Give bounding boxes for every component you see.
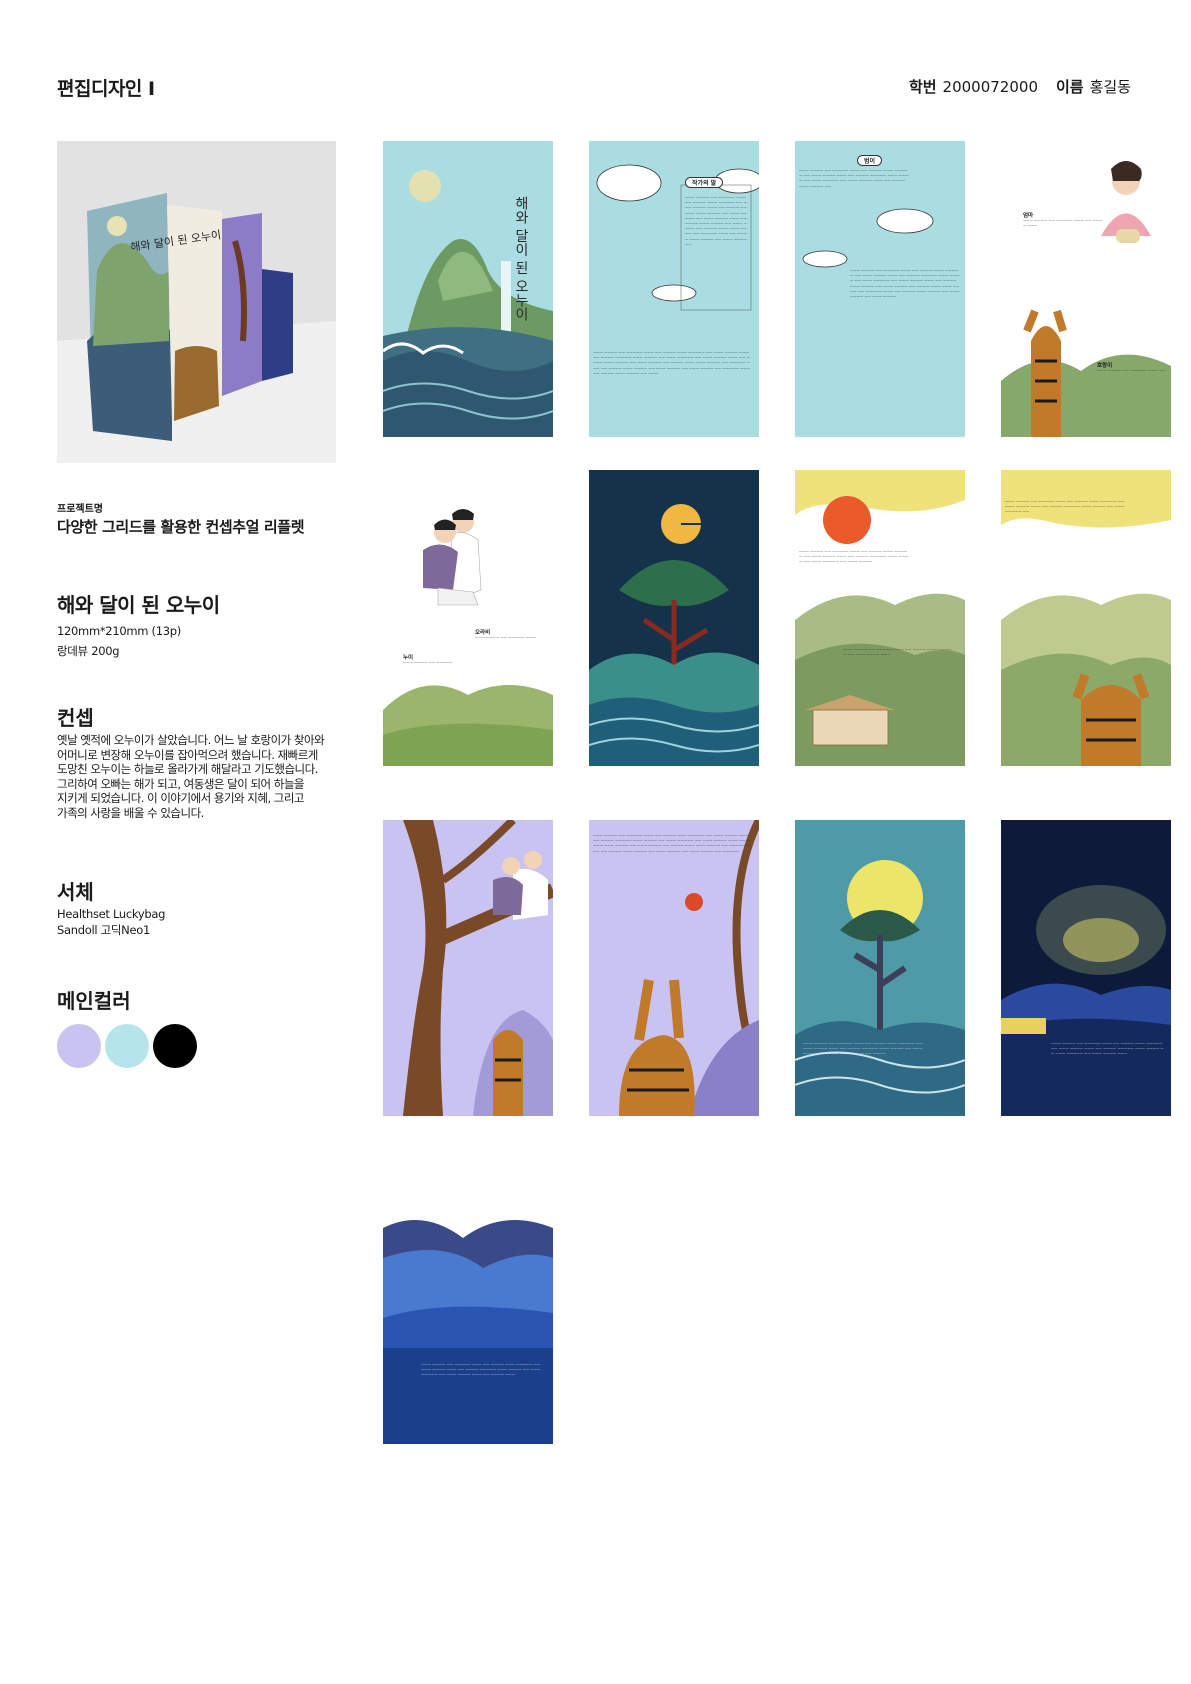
leaflet-photo: 해와 달이 된 오누이 bbox=[57, 141, 336, 463]
page-char-tiger-name: 호랑이 bbox=[1097, 363, 1113, 369]
page-sunset-text: ㅡㅡㅡ ㅡㅡㅡㅡ ㅡㅡ ㅡㅡㅡㅡㅡ ㅡㅡㅡ ㅡㅡ ㅡㅡㅡㅡ ㅡㅡㅡ ㅡㅡㅡㅡㅡ … bbox=[799, 550, 909, 565]
color-swatch-black bbox=[153, 1024, 197, 1068]
book-title: 해와 달이 된 오누이 bbox=[57, 593, 220, 617]
page-char-sister-desc: ㅡㅡㅡ ㅡㅡㅡㅡ ㅡㅡ ㅡㅡㅡㅡㅡ bbox=[403, 661, 453, 665]
page-legend-text: ㅡㅡㅡ ㅡㅡㅡㅡ ㅡㅡ ㅡㅡㅡㅡㅡ ㅡㅡㅡ ㅡㅡ ㅡㅡㅡㅡ ㅡㅡㅡ ㅡㅡㅡㅡㅡ … bbox=[799, 169, 909, 189]
page-moon-pine-text: ㅡㅡㅡ ㅡㅡㅡㅡ ㅡㅡ ㅡㅡㅡㅡㅡ ㅡㅡㅡ ㅡㅡ ㅡㅡㅡㅡ ㅡㅡㅡ ㅡㅡㅡㅡㅡ … bbox=[803, 1042, 923, 1057]
typeface-heading: 서체 bbox=[57, 880, 94, 904]
page-sunset-text-2: ㅡㅡㅡ ㅡㅡㅡㅡ ㅡㅡ ㅡㅡㅡㅡㅡ ㅡㅡㅡ ㅡㅡ ㅡㅡㅡㅡ ㅡㅡㅡ ㅡㅡㅡㅡㅡ … bbox=[843, 648, 952, 658]
course-title: 편집디자인 I bbox=[57, 78, 155, 100]
student-name: 홍길동 bbox=[1089, 78, 1131, 96]
book-size: 120mm*210mm (13p) bbox=[57, 624, 181, 638]
page-author-tag: 작가의 말 bbox=[685, 177, 724, 188]
page-night-pine bbox=[589, 470, 759, 766]
page-cover-title: 해와 달이 된 오누이 bbox=[513, 196, 529, 322]
page-author-text: ㅡㅡㅡ ㅡㅡㅡㅡ ㅡㅡ ㅡㅡㅡㅡㅡ ㅡㅡㅡ ㅡㅡ ㅡㅡㅡㅡ ㅡㅡㅡ ㅡㅡㅡㅡㅡ … bbox=[685, 196, 747, 247]
book-paper: 랑데뷰 200g bbox=[57, 644, 120, 658]
page-author-text-2: ㅡㅡㅡ ㅡㅡㅡㅡ ㅡㅡ ㅡㅡㅡㅡㅡ ㅡㅡㅡ ㅡㅡ ㅡㅡㅡㅡ ㅡㅡㅡ ㅡㅡㅡㅡㅡ … bbox=[593, 351, 751, 376]
student-id: 2000072000 bbox=[942, 78, 1038, 96]
student-info: 학번 2000072000 이름 홍길동 bbox=[909, 76, 1131, 97]
concept-body: 옛날 옛적에 오누이가 살았습니다. 어느 날 호랑이가 찾아와 어머니로 변장… bbox=[57, 733, 325, 820]
page-legend-text-2: ㅡㅡㅡ ㅡㅡㅡㅡ ㅡㅡ ㅡㅡㅡㅡㅡ ㅡㅡㅡ ㅡㅡ ㅡㅡㅡㅡ ㅡㅡㅡ ㅡㅡㅡㅡㅡ … bbox=[850, 269, 960, 300]
page-night-village-text: ㅡㅡㅡ ㅡㅡㅡㅡ ㅡㅡ ㅡㅡㅡㅡㅡ ㅡㅡㅡ ㅡㅡ ㅡㅡㅡㅡ ㅡㅡㅡ ㅡㅡㅡㅡㅡ … bbox=[1051, 1042, 1164, 1057]
page-tree-siblings bbox=[383, 820, 553, 1116]
color-swatch-lavender bbox=[57, 1024, 101, 1068]
page-legend-tag: 범이 bbox=[857, 155, 883, 166]
page-char-mother-desc: ㅡㅡㅡ ㅡㅡㅡㅡ ㅡㅡ ㅡㅡㅡㅡㅡ ㅡㅡㅡ ㅡㅡ ㅡㅡㅡㅡ ㅡㅡㅡ bbox=[1023, 219, 1103, 229]
color-swatch-skyblue bbox=[105, 1024, 149, 1068]
font-1: Healthset Luckybag bbox=[57, 907, 166, 921]
page-author: 작가의 말 ㅡㅡㅡ ㅡㅡㅡㅡ ㅡㅡ ㅡㅡㅡㅡㅡ ㅡㅡㅡ ㅡㅡ ㅡㅡㅡㅡ ㅡㅡㅡ … bbox=[589, 141, 759, 437]
page-char-mother-name: 엄마 bbox=[1023, 213, 1034, 219]
page-legend: 범이 ㅡㅡㅡ ㅡㅡㅡㅡ ㅡㅡ ㅡㅡㅡㅡㅡ ㅡㅡㅡ ㅡㅡ ㅡㅡㅡㅡ ㅡㅡㅡ ㅡㅡㅡ… bbox=[795, 141, 965, 437]
page-night-village: ㅡㅡㅡ ㅡㅡㅡㅡ ㅡㅡ ㅡㅡㅡㅡㅡ ㅡㅡㅡ ㅡㅡ ㅡㅡㅡㅡ ㅡㅡㅡ ㅡㅡㅡㅡㅡ … bbox=[1001, 820, 1171, 1116]
page-tiger-climb: ㅡㅡㅡ ㅡㅡㅡㅡ ㅡㅡ ㅡㅡㅡㅡㅡ ㅡㅡㅡ ㅡㅡ ㅡㅡㅡㅡ ㅡㅡㅡ ㅡㅡㅡㅡㅡ … bbox=[589, 820, 759, 1116]
font-2: Sandoll 고딕Neo1 bbox=[57, 923, 151, 937]
concept-heading: 컨셉 bbox=[57, 706, 94, 730]
page-ending: ㅡㅡㅡ ㅡㅡㅡㅡ ㅡㅡ ㅡㅡㅡㅡㅡ ㅡㅡㅡ ㅡㅡ ㅡㅡㅡㅡ ㅡㅡㅡ ㅡㅡㅡㅡㅡ … bbox=[383, 1148, 553, 1444]
page-characters-2: 오라비 ㅡㅡㅡ ㅡㅡㅡㅡ ㅡㅡ ㅡㅡㅡㅡㅡ ㅡㅡㅡ 누이 ㅡㅡㅡ ㅡㅡㅡㅡ ㅡㅡ… bbox=[383, 470, 553, 766]
page-char-sister-name: 누이 bbox=[403, 655, 414, 661]
page-char-brother-desc: ㅡㅡㅡ ㅡㅡㅡㅡ ㅡㅡ ㅡㅡㅡㅡㅡ ㅡㅡㅡ bbox=[475, 636, 536, 640]
page-moon-pine: ㅡㅡㅡ ㅡㅡㅡㅡ ㅡㅡ ㅡㅡㅡㅡㅡ ㅡㅡㅡ ㅡㅡ ㅡㅡㅡㅡ ㅡㅡㅡ ㅡㅡㅡㅡㅡ … bbox=[795, 820, 965, 1116]
page-ending-text: ㅡㅡㅡ ㅡㅡㅡㅡ ㅡㅡ ㅡㅡㅡㅡㅡ ㅡㅡㅡ ㅡㅡ ㅡㅡㅡㅡ ㅡㅡㅡ ㅡㅡㅡㅡㅡ … bbox=[421, 1363, 541, 1378]
student-id-label: 학번 bbox=[908, 78, 937, 96]
page-cover: 해와 달이 된 오누이 bbox=[383, 141, 553, 437]
page-tiger-climb-text: ㅡㅡㅡ ㅡㅡㅡㅡ ㅡㅡ ㅡㅡㅡㅡㅡ ㅡㅡㅡ ㅡㅡ ㅡㅡㅡㅡ ㅡㅡㅡ ㅡㅡㅡㅡㅡ … bbox=[593, 834, 751, 854]
project-title: 다양한 그리드를 활용한 컨셉추얼 리플렛 bbox=[57, 518, 305, 536]
main-color-heading: 메인컬러 bbox=[57, 989, 131, 1013]
page-tiger-hills: ㅡㅡㅡ ㅡㅡㅡㅡ ㅡㅡ ㅡㅡㅡㅡㅡ ㅡㅡㅡ ㅡㅡ ㅡㅡㅡㅡ ㅡㅡㅡ ㅡㅡㅡㅡㅡ … bbox=[1001, 470, 1171, 766]
page-tiger-hills-text: ㅡㅡㅡ ㅡㅡㅡㅡ ㅡㅡ ㅡㅡㅡㅡㅡ ㅡㅡㅡ ㅡㅡ ㅡㅡㅡㅡ ㅡㅡㅡ ㅡㅡㅡㅡㅡ … bbox=[1005, 500, 1125, 515]
page-characters-1: 엄마 ㅡㅡㅡ ㅡㅡㅡㅡ ㅡㅡ ㅡㅡㅡㅡㅡ ㅡㅡㅡ ㅡㅡ ㅡㅡㅡㅡ ㅡㅡㅡ 호랑이… bbox=[1001, 141, 1171, 437]
project-label: 프로젝트명 bbox=[57, 504, 103, 515]
page-char-tiger-desc: ㅡㅡㅡ ㅡㅡㅡㅡ ㅡㅡ ㅡㅡㅡㅡㅡ ㅡㅡㅡ ㅡㅡ bbox=[1097, 369, 1166, 373]
page-sunset-house: ㅡㅡㅡ ㅡㅡㅡㅡ ㅡㅡ ㅡㅡㅡㅡㅡ ㅡㅡㅡ ㅡㅡ ㅡㅡㅡㅡ ㅡㅡㅡ ㅡㅡㅡㅡㅡ … bbox=[795, 470, 965, 766]
page-char-brother-name: 오라비 bbox=[475, 630, 491, 636]
name-label: 이름 bbox=[1055, 78, 1084, 96]
